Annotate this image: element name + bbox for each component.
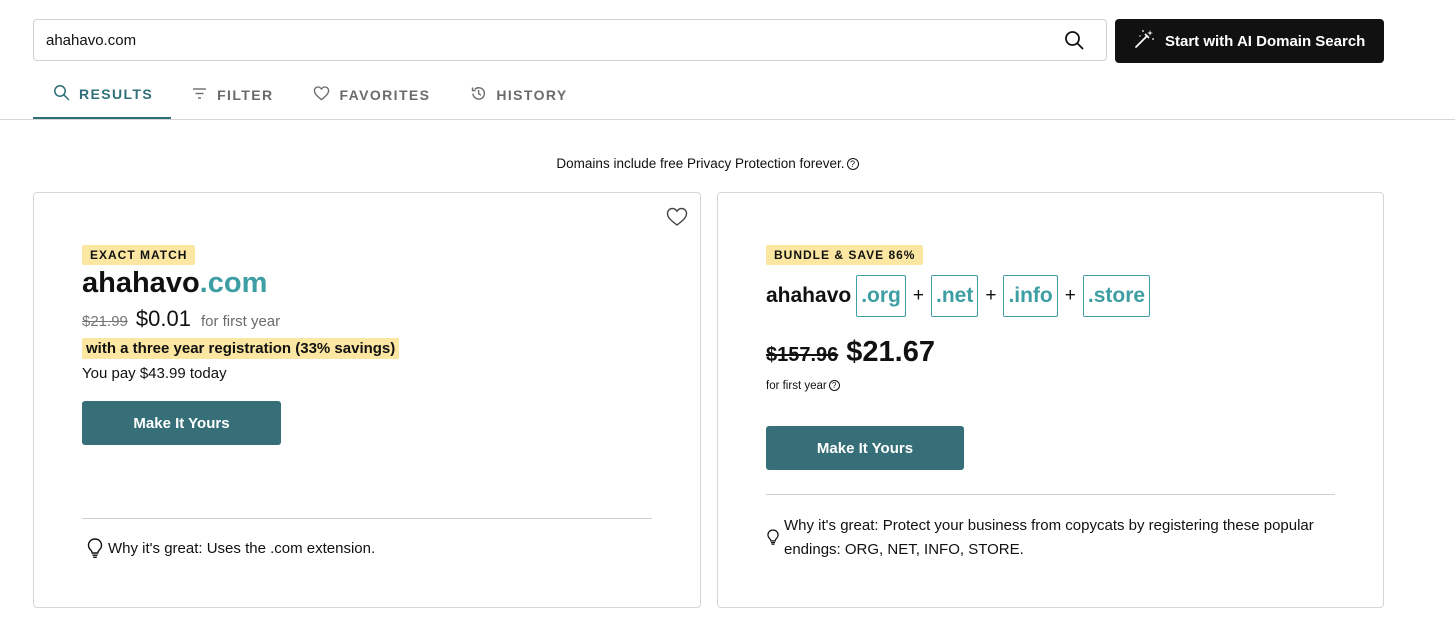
results-tabs: RESULTS FILTER FAVORITES HISTORY	[33, 70, 588, 120]
why-great: Why it's great: Protect your business fr…	[766, 514, 1326, 562]
plus-sign: +	[985, 285, 997, 306]
old-price: $21.99	[82, 313, 128, 330]
exact-match-card: EXACT MATCH ahahavo.com $21.99 $0.01 for…	[33, 192, 701, 608]
tab-favorites-label: FAVORITES	[339, 86, 431, 103]
domain-name: ahahavo.com	[82, 267, 267, 300]
help-icon[interactable]: ?	[846, 158, 859, 170]
why-great-text: Why it's great: Protect your business fr…	[784, 517, 1314, 558]
why-great: Why it's great: Uses the .com extension.	[86, 537, 375, 559]
bundle-new-price: $21.67	[846, 336, 935, 368]
bundle-domains: ahahavo .org + .net + .info + .store	[766, 275, 1151, 317]
bundle-price-row: $157.96 $21.67	[766, 336, 935, 369]
search-icon	[53, 84, 70, 104]
bundle-sld: ahahavo	[766, 284, 852, 307]
history-icon	[470, 85, 487, 105]
magic-wand-icon	[1133, 28, 1155, 54]
pay-today: You pay $43.99 today	[82, 365, 227, 382]
domain-tld: .com	[199, 267, 268, 299]
bundle-badge: BUNDLE & SAVE 86%	[766, 245, 924, 265]
make-it-yours-button[interactable]: Make It Yours	[82, 401, 281, 445]
ai-domain-search-label: Start with AI Domain Search	[1165, 32, 1366, 50]
tld-chip: .store	[1082, 275, 1151, 317]
tld-chip: .org	[856, 275, 906, 317]
search-bar	[33, 19, 1107, 61]
tab-favorites[interactable]: FAVORITES	[293, 70, 450, 119]
bundle-period: for first year?	[766, 380, 840, 392]
savings-highlight: with a three year registration (33% savi…	[82, 338, 400, 359]
tab-filter[interactable]: FILTER	[171, 70, 293, 119]
search-input[interactable]	[46, 20, 1046, 60]
ai-domain-search-button[interactable]: Start with AI Domain Search	[1115, 19, 1384, 63]
bundle-old-price: $157.96	[766, 344, 839, 366]
make-it-yours-button[interactable]: Make It Yours	[766, 426, 964, 470]
price-row: $21.99 $0.01 for first year	[82, 306, 280, 332]
lightbulb-icon	[766, 528, 780, 546]
why-great-text: Why it's great: Uses the .com extension.	[108, 539, 376, 557]
plus-sign: +	[912, 285, 924, 306]
tld-chip: .net	[930, 275, 979, 317]
new-price: $0.01	[135, 306, 191, 331]
lightbulb-icon	[86, 537, 104, 559]
plus-sign: +	[1064, 285, 1076, 306]
tab-filter-label: FILTER	[217, 86, 274, 103]
tab-results-label: RESULTS	[79, 85, 154, 102]
tab-history[interactable]: HISTORY	[450, 70, 587, 119]
help-icon[interactable]: ?	[828, 380, 840, 391]
divider	[82, 518, 652, 519]
search-icon[interactable]	[1064, 30, 1084, 50]
bundle-period-text: for first year	[766, 380, 827, 392]
tabs-divider	[0, 119, 1455, 120]
tld-chip: .info	[1003, 275, 1058, 317]
tab-results[interactable]: RESULTS	[33, 70, 172, 119]
privacy-note: Domains include free Privacy Protection …	[0, 156, 1415, 171]
domain-sld: ahahavo	[82, 267, 200, 299]
heart-icon	[313, 85, 330, 105]
bundle-card: BUNDLE & SAVE 86% ahahavo .org + .net + …	[717, 192, 1384, 608]
filter-icon	[191, 85, 208, 105]
privacy-note-text: Domains include free Privacy Protection …	[556, 156, 845, 171]
divider	[766, 494, 1335, 495]
heart-icon[interactable]	[666, 207, 688, 227]
tab-history-label: HISTORY	[496, 86, 568, 103]
exact-match-badge: EXACT MATCH	[82, 245, 196, 265]
price-period: for first year	[200, 313, 281, 330]
